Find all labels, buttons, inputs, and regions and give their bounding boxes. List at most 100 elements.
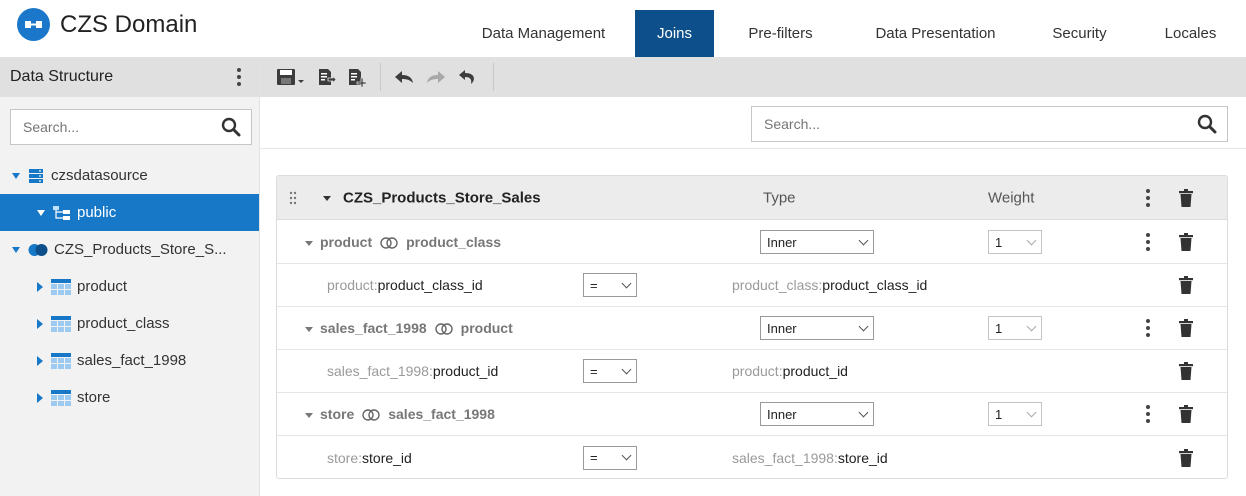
tab-locales[interactable]: Locales bbox=[1135, 10, 1246, 57]
drag-handle-icon[interactable] bbox=[289, 191, 297, 205]
tab-data-presentation[interactable]: Data Presentation bbox=[847, 10, 1024, 57]
join-type-select[interactable]: Inner bbox=[760, 402, 874, 426]
undo-all-button[interactable] bbox=[457, 63, 479, 91]
tree-item-datasource[interactable]: czsdatasource bbox=[0, 157, 259, 194]
export-icon bbox=[319, 69, 336, 85]
join-type-value: Inner bbox=[767, 320, 797, 336]
join-left-table: sales_fact_1998 bbox=[320, 320, 427, 336]
operator-select[interactable]: = bbox=[583, 359, 637, 383]
join-tree-menu-icon[interactable] bbox=[1143, 188, 1153, 208]
operator-select[interactable]: = bbox=[583, 273, 637, 297]
join-menu-icon[interactable] bbox=[1143, 404, 1153, 424]
join-weight-value: 1 bbox=[995, 406, 1003, 422]
join-row[interactable]: store sales_fact_1998 Inner 1 bbox=[277, 393, 1227, 436]
join-tree-header: CZS_Products_Store_Sales Type Weight bbox=[277, 176, 1227, 220]
condition-left-table: product: bbox=[327, 277, 378, 293]
join-row[interactable]: sales_fact_1998 product Inner 1 bbox=[277, 307, 1227, 350]
join-label: product product_class bbox=[305, 234, 501, 250]
tree-item-table[interactable]: product bbox=[0, 268, 259, 305]
join-weight-select[interactable]: 1 bbox=[988, 316, 1042, 340]
tree-item-schema[interactable]: public bbox=[0, 194, 259, 231]
delete-join-icon[interactable] bbox=[1179, 319, 1193, 337]
search-icon[interactable] bbox=[221, 117, 241, 137]
weight-column-header: Weight bbox=[988, 189, 1035, 206]
expand-caret-icon[interactable] bbox=[37, 318, 43, 329]
chevron-down-icon bbox=[621, 450, 632, 461]
sidebar-menu-icon[interactable] bbox=[231, 66, 247, 88]
inner-join-icon bbox=[434, 323, 453, 335]
join-tree-panel: CZS_Products_Store_Sales Type Weight pro… bbox=[276, 175, 1228, 479]
expand-caret-icon[interactable] bbox=[12, 246, 20, 253]
import-button[interactable] bbox=[346, 63, 366, 91]
condition-left-table: store: bbox=[327, 449, 363, 466]
expand-caret-icon[interactable] bbox=[37, 209, 45, 216]
operator-value: = bbox=[590, 363, 598, 379]
domain-logo-icon bbox=[17, 8, 50, 41]
chevron-down-icon bbox=[858, 235, 869, 245]
chevron-down-icon bbox=[1026, 321, 1037, 331]
join-icon bbox=[28, 243, 48, 256]
tree-item-join-tree[interactable]: CZS_Products_Store_S... bbox=[0, 231, 259, 268]
tree-item-table[interactable]: sales_fact_1998 bbox=[0, 342, 259, 379]
schema-icon bbox=[53, 205, 70, 220]
undo-button[interactable] bbox=[393, 63, 415, 91]
delete-join-tree-icon[interactable] bbox=[1179, 188, 1193, 207]
condition-right-table: product_class: bbox=[732, 277, 823, 293]
tab-data-management[interactable]: Data Management bbox=[452, 10, 635, 57]
chevron-down-icon bbox=[1026, 407, 1037, 417]
data-structure-sidebar: Data Structure czsdatasource public bbox=[0, 57, 260, 496]
expand-caret-icon[interactable] bbox=[12, 172, 20, 179]
redo-button[interactable] bbox=[425, 63, 447, 91]
expand-caret-icon[interactable] bbox=[37, 392, 43, 403]
save-button[interactable] bbox=[276, 63, 306, 91]
tab-joins[interactable]: Joins bbox=[635, 10, 714, 57]
collapse-caret-icon[interactable] bbox=[323, 190, 338, 206]
expand-caret-icon[interactable] bbox=[37, 355, 43, 366]
tab-pre-filters[interactable]: Pre-filters bbox=[714, 10, 847, 57]
sidebar-search-input[interactable] bbox=[21, 118, 221, 136]
delete-join-icon[interactable] bbox=[1179, 405, 1193, 423]
joins-main: CZS_Products_Store_Sales Type Weight pro… bbox=[260, 57, 1246, 496]
chevron-down-icon bbox=[621, 278, 632, 288]
delete-join-icon[interactable] bbox=[1179, 233, 1193, 251]
undo-all-icon bbox=[459, 70, 474, 84]
data-structure-tree: czsdatasource public CZS_Products_Store_… bbox=[0, 157, 259, 416]
sidebar-header: Data Structure bbox=[0, 57, 259, 97]
tab-security[interactable]: Security bbox=[1024, 10, 1135, 57]
collapse-caret-icon[interactable] bbox=[305, 240, 313, 246]
delete-condition-icon[interactable] bbox=[1179, 448, 1193, 467]
type-column-header: Type bbox=[763, 189, 796, 206]
collapse-caret-icon[interactable] bbox=[305, 326, 313, 332]
join-tree-name: CZS_Products_Store_Sales bbox=[343, 189, 541, 206]
tree-item-label: CZS_Products_Store_S... bbox=[54, 241, 227, 258]
tab-bar: Data Management Joins Pre-filters Data P… bbox=[452, 10, 1246, 57]
join-menu-icon[interactable] bbox=[1143, 318, 1153, 338]
tree-item-label: czsdatasource bbox=[51, 167, 148, 184]
join-condition-row: store:store_id = sales_fact_1998:store_i… bbox=[277, 436, 1227, 478]
join-left-table: product bbox=[320, 234, 373, 250]
expand-caret-icon[interactable] bbox=[37, 281, 43, 292]
delete-condition-icon[interactable] bbox=[1179, 276, 1193, 294]
join-weight-value: 1 bbox=[995, 234, 1003, 250]
join-type-select[interactable]: Inner bbox=[760, 316, 874, 340]
export-button[interactable] bbox=[316, 63, 336, 91]
tree-item-table[interactable]: product_class bbox=[0, 305, 259, 342]
tree-item-table[interactable]: store bbox=[0, 379, 259, 416]
delete-condition-icon[interactable] bbox=[1179, 362, 1193, 380]
condition-right-field: product_id bbox=[782, 363, 848, 379]
join-right-table: sales_fact_1998 bbox=[388, 406, 495, 422]
join-weight-select[interactable]: 1 bbox=[988, 230, 1042, 254]
join-search-input[interactable] bbox=[762, 115, 1197, 133]
save-icon bbox=[277, 69, 304, 85]
join-type-select[interactable]: Inner bbox=[760, 230, 874, 254]
condition-right-table: product: bbox=[732, 363, 783, 379]
join-weight-select[interactable]: 1 bbox=[988, 402, 1042, 426]
collapse-caret-icon[interactable] bbox=[305, 412, 313, 418]
operator-select[interactable]: = bbox=[583, 445, 637, 470]
table-icon bbox=[51, 352, 71, 369]
join-row[interactable]: product product_class Inner 1 bbox=[277, 221, 1227, 264]
search-icon[interactable] bbox=[1197, 114, 1217, 134]
inner-join-icon bbox=[362, 409, 380, 421]
inner-join-icon bbox=[380, 237, 398, 249]
join-menu-icon[interactable] bbox=[1143, 232, 1153, 252]
